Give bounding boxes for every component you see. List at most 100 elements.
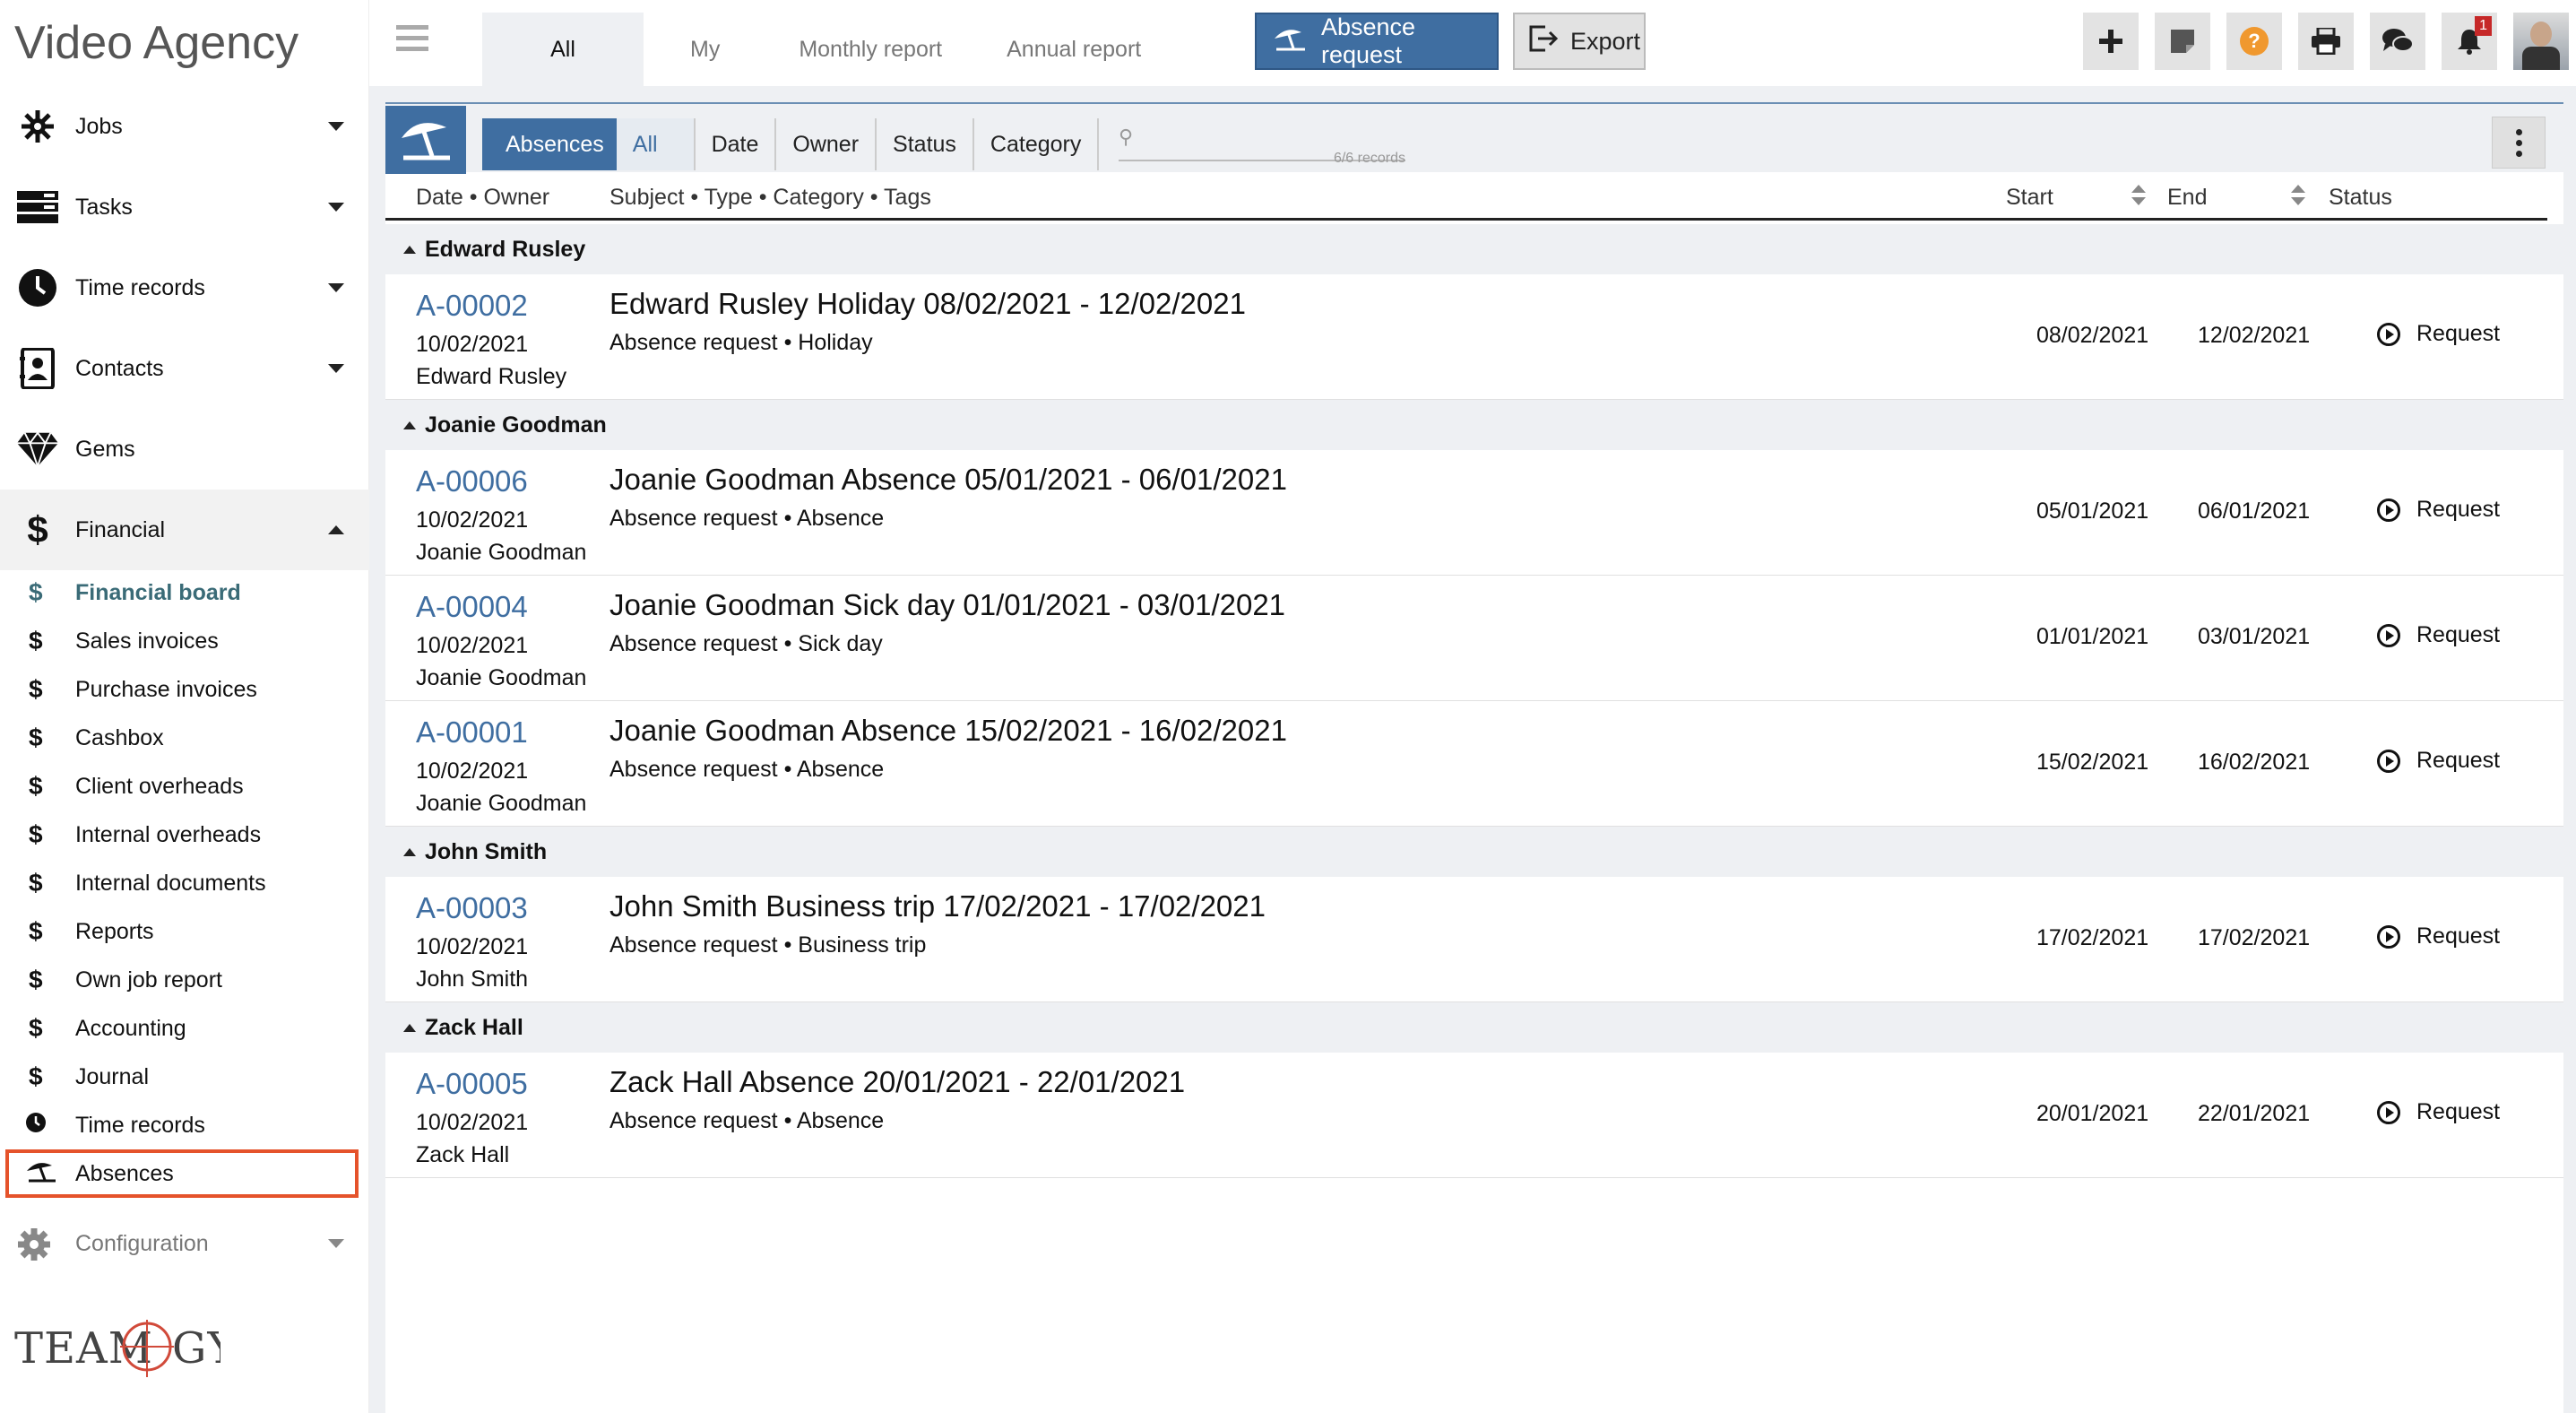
sort-start-icon[interactable] xyxy=(2131,185,2146,208)
record-owner: Zack Hall xyxy=(416,1142,510,1167)
dollar-icon: $ xyxy=(29,966,43,993)
sidebar-item-label: Financial board xyxy=(75,579,241,605)
table-row[interactable]: A-00001 10/02/2021 Joanie Goodman Joanie… xyxy=(385,701,2563,827)
collapse-arrow-icon[interactable] xyxy=(403,1024,416,1032)
sidebar-item-client-overheads[interactable]: $ Client overheads xyxy=(0,762,369,811)
table-row[interactable]: A-00004 10/02/2021 Joanie Goodman Joanie… xyxy=(385,576,2563,701)
tab-annual-report[interactable]: Annual report xyxy=(974,13,1173,86)
sidebar-item-tasks[interactable]: Tasks xyxy=(0,167,369,247)
sidebar-item-financial[interactable]: $ Financial xyxy=(0,490,369,570)
record-subject: John Smith Business trip 17/02/2021 - 17… xyxy=(609,889,1266,923)
filter-date[interactable]: Date xyxy=(693,118,775,170)
sidebar-item-absences[interactable]: Absences xyxy=(5,1149,359,1198)
avatar[interactable] xyxy=(2513,13,2569,70)
sidebar-item-label: Journal xyxy=(75,1063,149,1089)
chat-icon[interactable] xyxy=(2370,13,2425,70)
sidebar-item-internal-documents[interactable]: $ Internal documents xyxy=(0,859,369,907)
help-icon[interactable]: ? xyxy=(2226,13,2282,70)
group-header[interactable]: Joanie Goodman xyxy=(385,400,2563,450)
chevron-down-icon[interactable] xyxy=(328,1239,344,1248)
record-meta: Absence request • Absence xyxy=(609,1108,885,1133)
module-filter-absences[interactable]: Absences xyxy=(482,118,617,170)
sidebar-item-reports[interactable]: $ Reports xyxy=(0,907,369,956)
chevron-down-icon[interactable] xyxy=(328,364,344,373)
dollar-icon: $ xyxy=(29,1014,43,1042)
search-input[interactable]: ⚲ 6/6 records xyxy=(1119,122,1405,166)
table-row[interactable]: A-00005 10/02/2021 Zack Hall Zack Hall A… xyxy=(385,1053,2563,1178)
chevron-down-icon[interactable] xyxy=(328,283,344,292)
record-id-link[interactable]: A-00005 xyxy=(416,1067,528,1101)
record-subject: Joanie Goodman Absence 05/01/2021 - 06/0… xyxy=(609,463,1287,496)
sidebar-item-label: Cashbox xyxy=(75,724,164,750)
sidebar-item-contacts[interactable]: Contacts xyxy=(0,328,369,409)
group-header[interactable]: John Smith xyxy=(385,827,2563,877)
collapse-arrow-icon[interactable] xyxy=(403,848,416,856)
column-status[interactable]: Status xyxy=(2329,185,2392,211)
collapse-arrow-icon[interactable] xyxy=(403,246,416,254)
sidebar-item-journal[interactable]: $ Journal xyxy=(0,1053,369,1101)
sidebar-item-configuration[interactable]: Configuration xyxy=(0,1219,369,1268)
group-name: Joanie Goodman xyxy=(425,412,607,438)
record-status: Request xyxy=(2377,497,2500,523)
dollar-icon: $ xyxy=(29,820,43,848)
column-date-owner[interactable]: Date • Owner xyxy=(416,185,549,211)
table-row[interactable]: A-00003 10/02/2021 John Smith John Smith… xyxy=(385,877,2563,1002)
table-row[interactable]: A-00002 10/02/2021 Edward Rusley Edward … xyxy=(385,274,2563,400)
filter-owner[interactable]: Owner xyxy=(774,118,875,170)
filter-category[interactable]: Category xyxy=(972,118,1100,170)
dollar-icon: $ xyxy=(29,578,43,606)
hamburger-menu-icon[interactable] xyxy=(396,25,428,52)
more-options-icon[interactable] xyxy=(2492,117,2546,169)
sidebar-item-gems[interactable]: Gems xyxy=(0,409,369,490)
sidebar-item-label: Reports xyxy=(75,918,154,944)
print-icon[interactable] xyxy=(2298,13,2354,70)
add-icon[interactable] xyxy=(2083,13,2139,70)
status-label: Request xyxy=(2416,1099,2501,1124)
notification-bell-icon[interactable]: 1 xyxy=(2442,13,2497,70)
sidebar-item-financial-board[interactable]: $ Financial board xyxy=(0,568,369,617)
chevron-up-icon[interactable] xyxy=(328,525,344,534)
filter-status[interactable]: Status xyxy=(875,118,972,170)
sidebar-item-sales-invoices[interactable]: $ Sales invoices xyxy=(0,617,369,665)
table-row[interactable]: A-00006 10/02/2021 Joanie Goodman Joanie… xyxy=(385,450,2563,576)
record-id-link[interactable]: A-00004 xyxy=(416,590,528,624)
tab-all[interactable]: All xyxy=(482,13,644,86)
export-button[interactable]: Export xyxy=(1513,13,1646,70)
sidebar-item-own-job-report[interactable]: $ Own job report xyxy=(0,956,369,1004)
record-id-link[interactable]: A-00006 xyxy=(416,464,528,498)
tab-my[interactable]: My xyxy=(644,13,766,86)
group-header[interactable]: Zack Hall xyxy=(385,1002,2563,1053)
dollar-icon: $ xyxy=(29,917,43,945)
sidebar-item-time-records[interactable]: Time records xyxy=(0,247,369,328)
chevron-down-icon[interactable] xyxy=(328,203,344,212)
record-id-link[interactable]: A-00002 xyxy=(416,289,528,323)
column-subject[interactable]: Subject • Type • Category • Tags xyxy=(609,185,931,211)
collapse-arrow-icon[interactable] xyxy=(403,421,416,429)
sidebar-item-cashbox[interactable]: $ Cashbox xyxy=(0,714,369,762)
note-icon[interactable] xyxy=(2155,13,2210,70)
record-meta: Absence request • Business trip xyxy=(609,932,927,958)
sidebar-item-time-records-sub[interactable]: Time records xyxy=(0,1101,369,1149)
tab-monthly-report[interactable]: Monthly report xyxy=(766,13,974,86)
status-label: Request xyxy=(2416,497,2501,522)
sidebar-item-accounting[interactable]: $ Accounting xyxy=(0,1004,369,1053)
record-start: 08/02/2021 xyxy=(2036,323,2149,348)
clock-icon xyxy=(25,1111,47,1140)
sort-end-icon[interactable] xyxy=(2291,185,2305,208)
sidebar-item-jobs[interactable]: Jobs xyxy=(0,86,369,167)
notification-badge: 1 xyxy=(2475,16,2492,36)
sidebar-item-internal-overheads[interactable]: $ Internal overheads xyxy=(0,811,369,859)
group-header[interactable]: Edward Rusley xyxy=(385,224,2563,274)
absence-groups: Edward Rusley A-00002 10/02/2021 Edward … xyxy=(385,224,2563,1178)
record-start: 17/02/2021 xyxy=(2036,925,2149,950)
scope-filter-all[interactable]: All xyxy=(616,118,694,170)
record-end: 17/02/2021 xyxy=(2198,925,2311,950)
absence-request-button[interactable]: Absence request xyxy=(1255,13,1499,70)
sidebar: Video Agency L Jobs Tasks Time records C… xyxy=(0,0,369,1413)
column-end[interactable]: End xyxy=(2167,185,2207,211)
column-start[interactable]: Start xyxy=(2006,185,2053,211)
record-id-link[interactable]: A-00001 xyxy=(416,715,528,750)
chevron-down-icon[interactable] xyxy=(328,122,344,131)
record-id-link[interactable]: A-00003 xyxy=(416,891,528,925)
sidebar-item-purchase-invoices[interactable]: $ Purchase invoices xyxy=(0,665,369,714)
